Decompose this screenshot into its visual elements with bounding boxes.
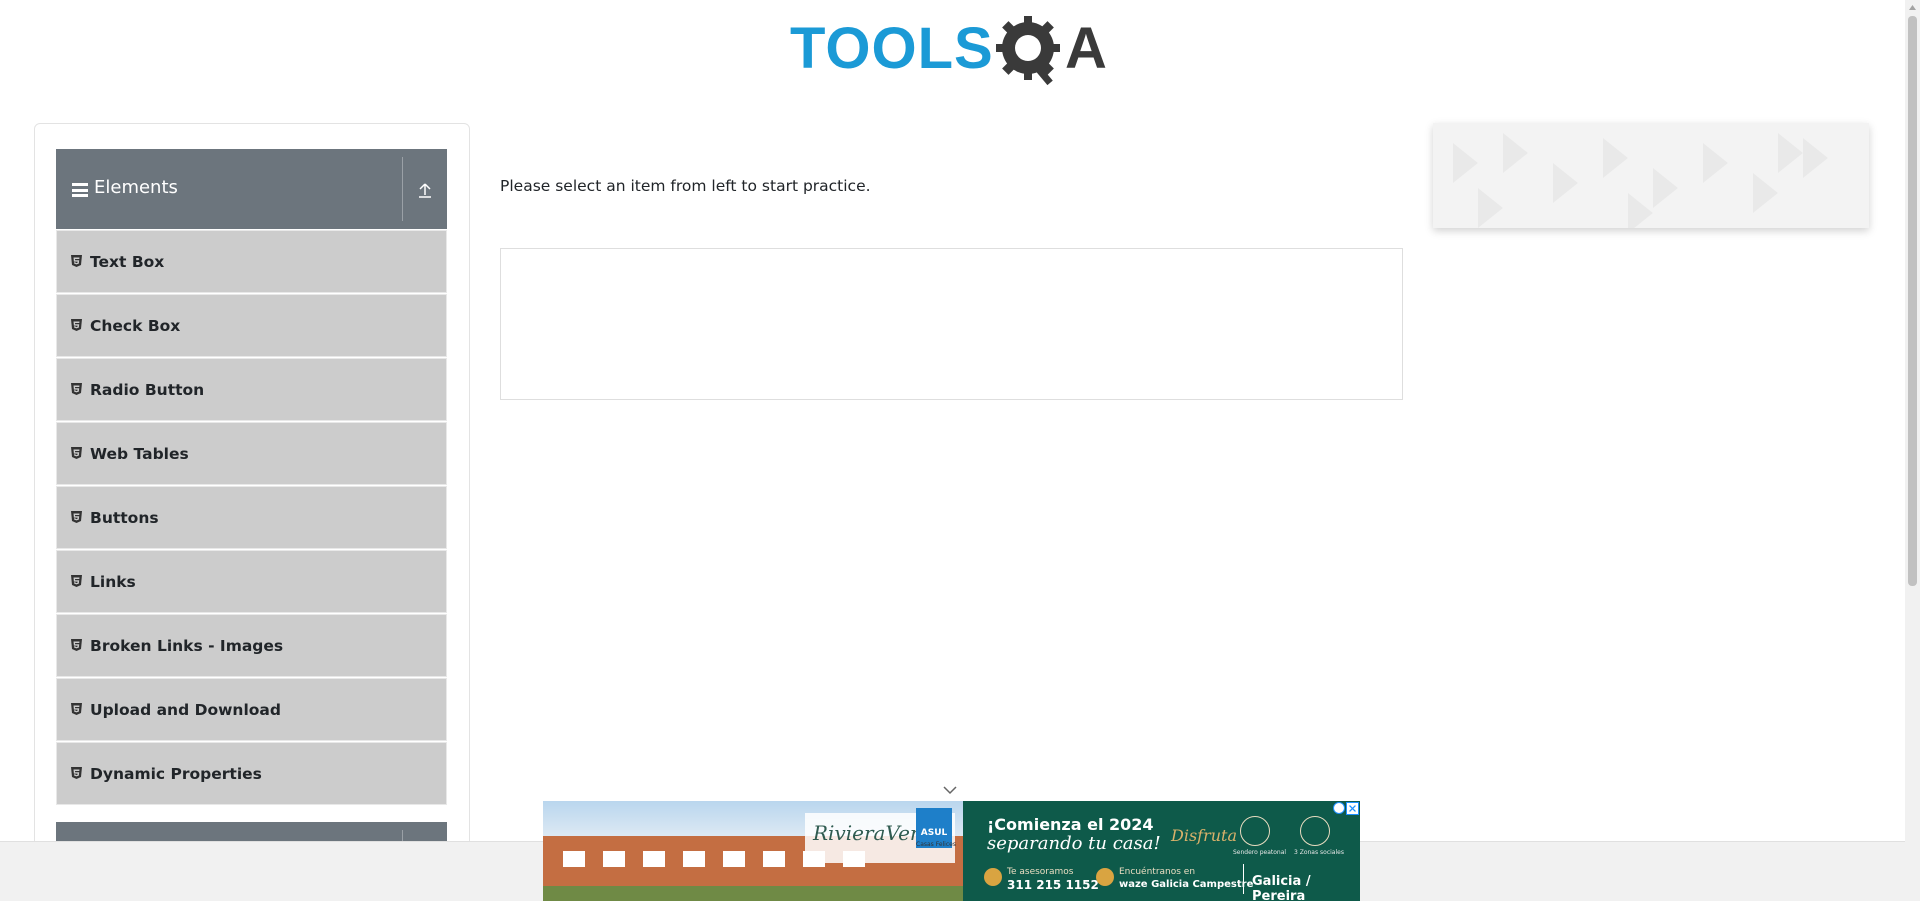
practice-instruction: Please select an item from left to start… — [500, 177, 871, 195]
menu-item-radio-button[interactable]: Radio Button — [56, 358, 447, 421]
social-area-icon — [1300, 816, 1330, 846]
menu-item-label: Check Box — [90, 317, 181, 335]
bottom-ad-banner[interactable]: RivieraVerde ASUL Casas Felices ¡Comienz… — [543, 801, 1360, 901]
ad-asul-subtitle: Casas Felices — [916, 841, 956, 848]
menu-item-label: Buttons — [90, 509, 159, 527]
walking-path-icon — [1240, 816, 1270, 846]
html5-icon — [71, 447, 82, 459]
elements-menu-list: Text Box Check Box Radio Button Web Tabl… — [56, 230, 447, 806]
html5-icon — [71, 767, 82, 779]
menu-item-dynamic-properties[interactable]: Dynamic Properties — [56, 742, 447, 805]
scroll-up-arrow-icon[interactable] — [1908, 3, 1917, 12]
ad-close-icon[interactable] — [1346, 802, 1359, 815]
ad-disfruta: Disfruta — [1171, 826, 1237, 845]
group-title: Elements — [94, 177, 178, 198]
html5-icon — [71, 703, 82, 715]
whatsapp-icon — [984, 868, 1002, 886]
ad-amenity-1: Sendero peatonal — [1233, 849, 1287, 856]
content-area — [500, 248, 1403, 400]
ad-info-icon[interactable] — [1333, 802, 1345, 814]
left-panel: Elements Text Box Check Box Radio Button… — [34, 123, 470, 901]
ad-city: Galicia / Pereira — [1252, 874, 1311, 901]
menu-item-label: Links — [90, 573, 136, 591]
menu-item-text-box[interactable]: Text Box — [56, 230, 447, 293]
menu-item-web-tables[interactable]: Web Tables — [56, 422, 447, 485]
logo-text-tools: TOOLS — [790, 16, 994, 81]
menu-item-links[interactable]: Links — [56, 550, 447, 613]
ad-amenity-2: 3 Zonas sociales — [1294, 849, 1344, 856]
ad-separator — [1243, 864, 1244, 894]
menu-item-broken-links-images[interactable]: Broken Links - Images — [56, 614, 447, 677]
scroll-thumb[interactable] — [1908, 16, 1917, 586]
collapse-up-icon[interactable] — [417, 181, 433, 199]
waze-icon — [1096, 868, 1114, 886]
html5-icon — [71, 511, 82, 523]
gear-magnifier-icon — [996, 16, 1060, 86]
menu-item-upload-and-download[interactable]: Upload and Download — [56, 678, 447, 741]
elements-group-header[interactable]: Elements — [56, 149, 447, 229]
html5-icon — [71, 575, 82, 587]
toolsqa-logo[interactable]: TOOLS A — [790, 14, 1116, 90]
ad-phone-number[interactable]: 311 215 1152 — [1007, 878, 1099, 892]
triangle-pattern — [1453, 133, 1828, 228]
menu-item-label: Web Tables — [90, 445, 189, 463]
chevron-down-icon[interactable] — [942, 785, 958, 795]
menu-item-label: Text Box — [90, 253, 165, 271]
side-ad-banner[interactable] — [1433, 123, 1869, 228]
html5-icon — [71, 639, 82, 651]
ad-waze-text[interactable]: waze Galicia Campestre — [1119, 879, 1253, 890]
menu-item-label: Broken Links - Images — [90, 637, 284, 655]
html5-icon — [71, 383, 82, 395]
group-divider — [402, 157, 403, 221]
html5-icon — [71, 255, 82, 267]
menu-item-label: Upload and Download — [90, 701, 281, 719]
hamburger-icon — [72, 183, 88, 197]
html5-icon — [71, 319, 82, 331]
ad-subheadline: separando tu casa! — [987, 833, 1161, 854]
ad-phone-label: Te asesoramos — [1007, 867, 1074, 877]
menu-item-label: Radio Button — [90, 381, 205, 399]
page-scrollbar[interactable] — [1905, 0, 1920, 901]
menu-item-label: Dynamic Properties — [90, 765, 262, 783]
ad-headline: ¡Comienza el 2024 — [987, 815, 1154, 834]
ad-waze-label: Encuéntranos en — [1119, 867, 1196, 877]
menu-item-buttons[interactable]: Buttons — [56, 486, 447, 549]
menu-item-check-box[interactable]: Check Box — [56, 294, 447, 357]
logo-text-a: A — [1065, 16, 1107, 81]
